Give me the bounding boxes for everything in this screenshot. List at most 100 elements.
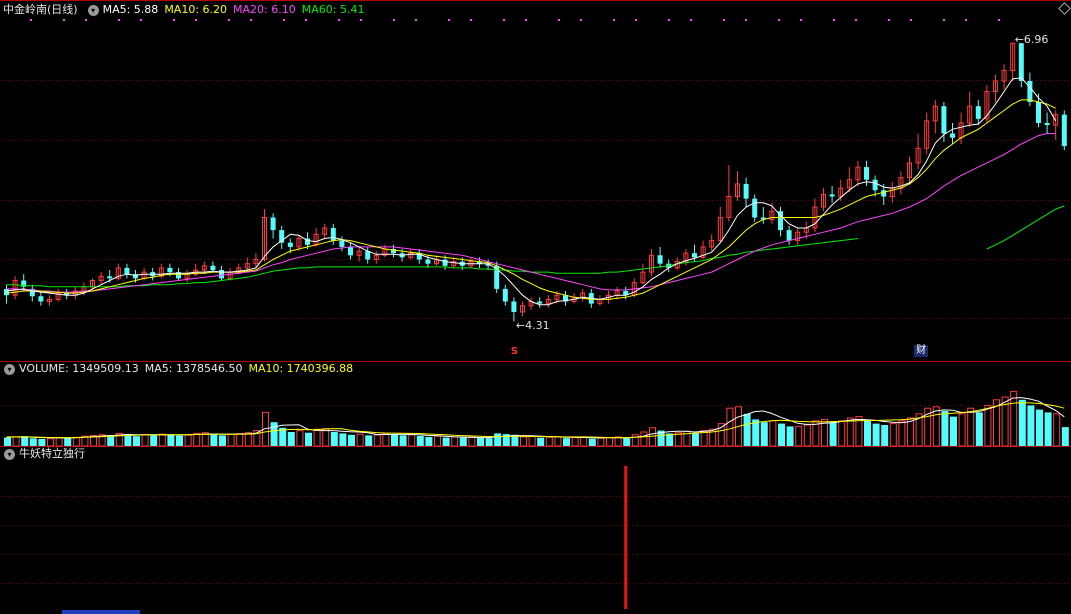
volume-bar-up <box>244 432 252 447</box>
volume-bar-down <box>150 435 158 446</box>
event-dot <box>448 19 450 21</box>
ma20-value: MA20: 6.10 <box>233 3 296 16</box>
volume-bar-up <box>47 438 54 447</box>
high-price-label: ←6.96 <box>1015 33 1049 46</box>
candle-body-down <box>1044 123 1050 126</box>
volume-bar-down <box>1027 405 1035 446</box>
financial-report-badge[interactable]: 财 <box>914 345 929 357</box>
low-price-label: ←4.31 <box>516 319 550 332</box>
volume-bar-up <box>72 436 80 447</box>
volume-bar-down <box>588 438 596 446</box>
volume-bar-down <box>459 437 467 446</box>
volume-bar-up <box>846 417 854 447</box>
candle-body-down <box>270 217 276 231</box>
volume-bar-down <box>21 436 29 446</box>
event-dot <box>943 19 945 21</box>
volume-toggle-icon[interactable]: ▾ <box>4 363 15 375</box>
volume-bar-down <box>829 422 837 446</box>
event-dot <box>503 19 505 21</box>
volume-bar-up <box>193 432 201 447</box>
event-dot <box>30 19 32 21</box>
volume-bar-down <box>950 416 957 446</box>
indicator-name: 牛妖特立独行 <box>19 447 85 460</box>
volume-ma10-value: MA10: 1740396.88 <box>248 362 354 375</box>
event-dot <box>470 19 472 21</box>
event-dot <box>393 19 395 21</box>
volume-bar-up <box>55 437 63 447</box>
volume-bar-up <box>468 436 476 447</box>
candle-body-down <box>287 242 293 247</box>
stock-title: 中金岭南(日线) <box>3 3 78 16</box>
volume-bar-down <box>416 435 424 446</box>
volume-bar-down <box>348 434 355 446</box>
candle-body-down <box>219 270 224 279</box>
event-dot <box>195 19 197 21</box>
event-dot <box>118 19 120 21</box>
volume-bar-down <box>176 435 183 446</box>
volume-bar-up <box>803 424 811 447</box>
event-dot <box>580 19 582 21</box>
volume-bar-down <box>760 422 768 446</box>
candle-body-down <box>4 288 9 296</box>
volume-bar-down <box>38 439 46 446</box>
candle-body-down <box>657 255 663 264</box>
volume-bar-up <box>898 420 906 447</box>
event-dot <box>140 19 142 21</box>
volume-bar-up <box>322 428 330 447</box>
event-dot <box>558 19 560 21</box>
volume-bar-down <box>494 433 502 446</box>
volume-bar-up <box>769 420 777 447</box>
volume-bar-down <box>778 423 785 446</box>
event-dot <box>998 19 1000 21</box>
event-dot <box>800 19 802 21</box>
volume-bar-up <box>932 406 940 447</box>
volume-bar-up <box>12 436 20 447</box>
volume-bar-down <box>872 423 880 446</box>
volume-bar-up <box>528 435 536 447</box>
event-dot <box>723 19 725 21</box>
volume-ma5-line <box>6 397 1065 439</box>
event-dot <box>283 19 285 21</box>
volume-bar-down <box>537 437 545 446</box>
scroll-indicator[interactable] <box>62 610 140 614</box>
event-dot <box>228 19 230 21</box>
candle-body-down <box>786 230 792 241</box>
event-dot <box>173 19 175 21</box>
low-price-value: 4.31 <box>525 319 550 333</box>
settings-toggle-icon[interactable]: ▾ <box>87 4 99 16</box>
volume-bar-down <box>1036 409 1043 446</box>
volume-bar-down <box>941 411 949 446</box>
ma5-value: MA5: 5.88 <box>102 3 159 16</box>
volume-bar-down <box>743 413 751 446</box>
candle-body-down <box>511 301 517 312</box>
ma20-line <box>6 133 1056 293</box>
volume-bar-up <box>889 423 897 447</box>
event-dot <box>833 19 835 21</box>
candle-body-down <box>348 246 353 256</box>
volume-bar-down <box>477 437 484 446</box>
event-dot <box>525 19 527 21</box>
volume-bar-up <box>649 427 656 447</box>
volume-bar-up <box>571 437 579 447</box>
event-dot <box>888 19 890 21</box>
candle-body-down <box>210 265 216 270</box>
high-arrow: ← <box>1014 33 1024 47</box>
volume-bar-up <box>373 434 381 447</box>
ma10-value: MA10: 6.20 <box>164 3 228 16</box>
volume-ma10-line <box>6 402 1065 439</box>
event-dot <box>250 19 252 21</box>
candle-body-down <box>537 301 543 304</box>
volume-bar-up <box>158 433 166 447</box>
indicator-toggle-icon[interactable]: ▾ <box>4 448 15 460</box>
candle-body-down <box>124 267 130 275</box>
event-dot <box>690 19 692 21</box>
volume-bar-up <box>227 434 235 447</box>
volume-bar-up <box>313 428 321 447</box>
candle-body-down <box>502 288 508 302</box>
indicator-panel-header: ▾ 牛妖特立独行 <box>0 446 91 462</box>
event-dot <box>338 19 340 21</box>
event-dot <box>415 19 417 21</box>
volume-bar-up <box>356 433 364 447</box>
volume-bar-up <box>726 407 734 447</box>
ma5-line <box>6 77 1057 306</box>
